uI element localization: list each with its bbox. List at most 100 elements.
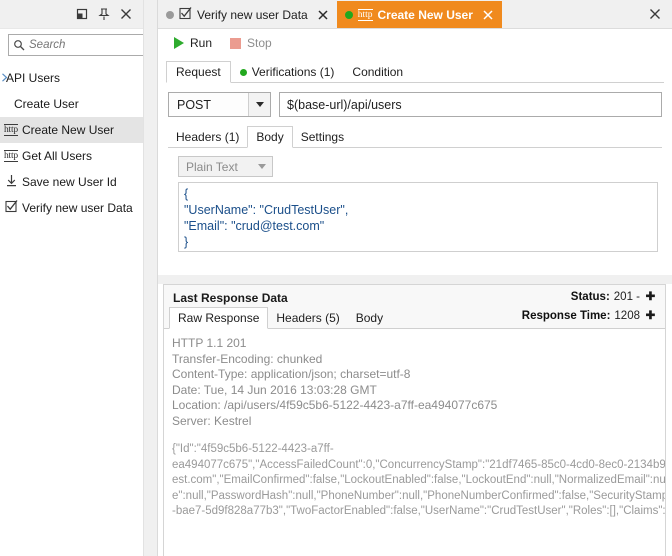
- response-time-label: Response Time:: [521, 310, 611, 322]
- chevron-down-icon[interactable]: [252, 164, 272, 169]
- close-panel-icon[interactable]: [115, 3, 137, 25]
- http-request-icon: http: [357, 8, 373, 21]
- tree-item-api-users[interactable]: API Users: [0, 65, 143, 91]
- search-row: [0, 29, 143, 61]
- request-tab-label: Condition: [352, 65, 404, 79]
- request-tab-label: Verifications (1): [251, 65, 335, 79]
- response-time-value: 1208: [614, 310, 640, 322]
- tree-item-label: Verify new user Data: [22, 201, 133, 215]
- play-icon: [174, 37, 184, 49]
- pin-window-icon[interactable]: [93, 3, 115, 25]
- search-box[interactable]: [8, 34, 143, 56]
- horizontal-splitter[interactable]: [158, 275, 672, 284]
- tree-item-label: Get All Users: [22, 149, 93, 163]
- explorer-sidebar: API UsersCreate UserhttpCreate New Userh…: [0, 0, 144, 556]
- tree-item-create-user[interactable]: Create User: [0, 91, 143, 117]
- run-button[interactable]: Run: [168, 34, 218, 52]
- tree-item-label: API Users: [6, 71, 61, 85]
- response-header-line: Content-Type: application/json; charset=…: [172, 367, 411, 381]
- request-tab-condition[interactable]: Condition: [343, 61, 412, 83]
- request-body-area: Plain Text { "UserName": "CrudTestUser",…: [178, 156, 658, 252]
- main-pane: Verify new user Data http Create New User …: [157, 0, 672, 556]
- url-input[interactable]: [279, 92, 662, 117]
- body-tab-settings[interactable]: Settings: [293, 126, 352, 148]
- document-tab-label: Verify new user Data: [197, 7, 308, 22]
- request-tab-label: Request: [176, 65, 221, 79]
- response-tab-body[interactable]: Body: [348, 307, 391, 329]
- search-input[interactable]: [27, 36, 143, 54]
- http-request-icon: http: [4, 124, 18, 136]
- body-editor[interactable]: { "UserName": "CrudTestUser", "Email": "…: [178, 182, 658, 252]
- tab-close-icon[interactable]: [316, 7, 330, 23]
- response-title: Last Response Data: [173, 291, 288, 305]
- response-panel: Last Response Data Status: 201 - ✚ Respo…: [163, 284, 666, 556]
- response-header-line: HTTP 1.1 201: [172, 336, 247, 350]
- tree-item-get-all-users[interactable]: http Get All Users: [0, 143, 143, 169]
- body-tab-headers-1-[interactable]: Headers (1): [168, 126, 247, 148]
- response-header: Last Response Data Status: 201 - ✚ Respo…: [164, 285, 665, 329]
- verify-check-icon: [179, 6, 192, 23]
- test-tree: API Users Create User http Create New User h…: [0, 61, 143, 221]
- body-format-value: Plain Text: [186, 159, 238, 174]
- tree-item-verify-new-user-data[interactable]: Verify new user Data: [0, 195, 143, 221]
- response-body-line: est.com","EmailConfirmed":false,"Lockout…: [172, 474, 665, 486]
- sidebar-titlebar: [0, 0, 143, 29]
- response-header-line: Transfer-Encoding: chunked: [172, 351, 323, 366]
- tree-item-label: Create New User: [22, 123, 115, 137]
- stop-icon: [230, 37, 242, 49]
- float-window-icon[interactable]: [71, 3, 93, 25]
- response-body-line: ea494077c675","AccessFailedCount":0,"Con…: [172, 458, 665, 471]
- http-method-value: POST: [177, 97, 212, 112]
- response-time-expand-icon[interactable]: ✚: [644, 307, 657, 326]
- document-tab-label: Create New User: [377, 7, 473, 22]
- raw-response-view[interactable]: HTTP 1.1 201 Transfer-Encoding: chunked Co…: [164, 330, 665, 556]
- tab-status-dot-icon: [166, 10, 174, 19]
- tree-item-create-new-user[interactable]: http Create New User: [0, 117, 143, 143]
- status-expand-icon[interactable]: ✚: [644, 288, 657, 307]
- body-format-select[interactable]: Plain Text: [178, 156, 273, 177]
- response-tab-headers-5-[interactable]: Headers (5): [268, 307, 347, 329]
- request-body-tabs: Headers (1) Body Settings: [168, 126, 662, 148]
- tree-item-save-new-user-id[interactable]: Save new User Id: [0, 169, 143, 195]
- status-row: Status: 201 - ✚: [522, 288, 657, 307]
- stop-button[interactable]: Stop: [224, 34, 278, 52]
- verify-check-icon: [0, 195, 22, 221]
- status-value: 201 -: [613, 291, 640, 303]
- save-variable-icon: [0, 169, 22, 195]
- close-document-icon[interactable]: [645, 4, 665, 24]
- response-header-line: Date: Tue, 14 Jun 2016 13:03:28 GMT: [172, 382, 377, 397]
- url-row: POST: [168, 92, 662, 117]
- response-tabs: Raw Response Headers (5) Body: [169, 307, 391, 329]
- document-tab-create-new-user[interactable]: http Create New User: [336, 1, 502, 28]
- run-toolbar: Run Stop: [158, 29, 672, 57]
- request-tab-request[interactable]: Request: [166, 61, 231, 83]
- tree-item-label: Create User: [14, 97, 79, 111]
- stop-button-label: Stop: [247, 36, 272, 50]
- tab-status-dot-icon: [344, 10, 353, 19]
- http-request-icon: http: [4, 150, 18, 162]
- response-time-row: Response Time: 1208 ✚: [522, 307, 657, 326]
- response-header-line: Location: /api/users/4f59c5b6-5122-4423-…: [172, 398, 498, 412]
- request-tabs: Request Verifications (1) Condition: [166, 61, 664, 83]
- tab-close-icon[interactable]: [481, 7, 495, 23]
- response-stats: Status: 201 - ✚ Response Time: 1208 ✚: [522, 288, 657, 326]
- body-tab-body[interactable]: Body: [247, 126, 293, 148]
- tree-item-label: Save new User Id: [22, 175, 117, 189]
- run-button-label: Run: [190, 36, 213, 50]
- app-window: API UsersCreate UserhttpCreate New Userh…: [0, 0, 672, 556]
- response-header-line: Server: Kestrel: [172, 413, 252, 428]
- request-tab-verifications-1-[interactable]: Verifications (1): [231, 61, 344, 83]
- document-tabstrip: Verify new user Data http Create New User: [158, 0, 672, 29]
- response-spacer: [172, 429, 657, 442]
- vertical-splitter[interactable]: [145, 0, 157, 556]
- response-tab-raw-response[interactable]: Raw Response: [169, 307, 269, 329]
- verification-status-dot-icon: [239, 68, 247, 76]
- response-body-line: {"Id":"4f59c5b6-5122-4423-a7ff-: [172, 443, 334, 455]
- status-label: Status:: [570, 291, 610, 303]
- search-icon: [13, 39, 27, 51]
- response-body-line: e":null,"PasswordHash":null,"PhoneNumber…: [172, 489, 665, 502]
- document-tab-verify-new-user-data[interactable]: Verify new user Data: [158, 1, 337, 28]
- chevron-down-icon[interactable]: [248, 93, 270, 116]
- response-body-line: -bae7-5d9f828a77b3","TwoFactorEnabled":f…: [172, 505, 665, 517]
- http-method-select[interactable]: POST: [168, 92, 271, 117]
